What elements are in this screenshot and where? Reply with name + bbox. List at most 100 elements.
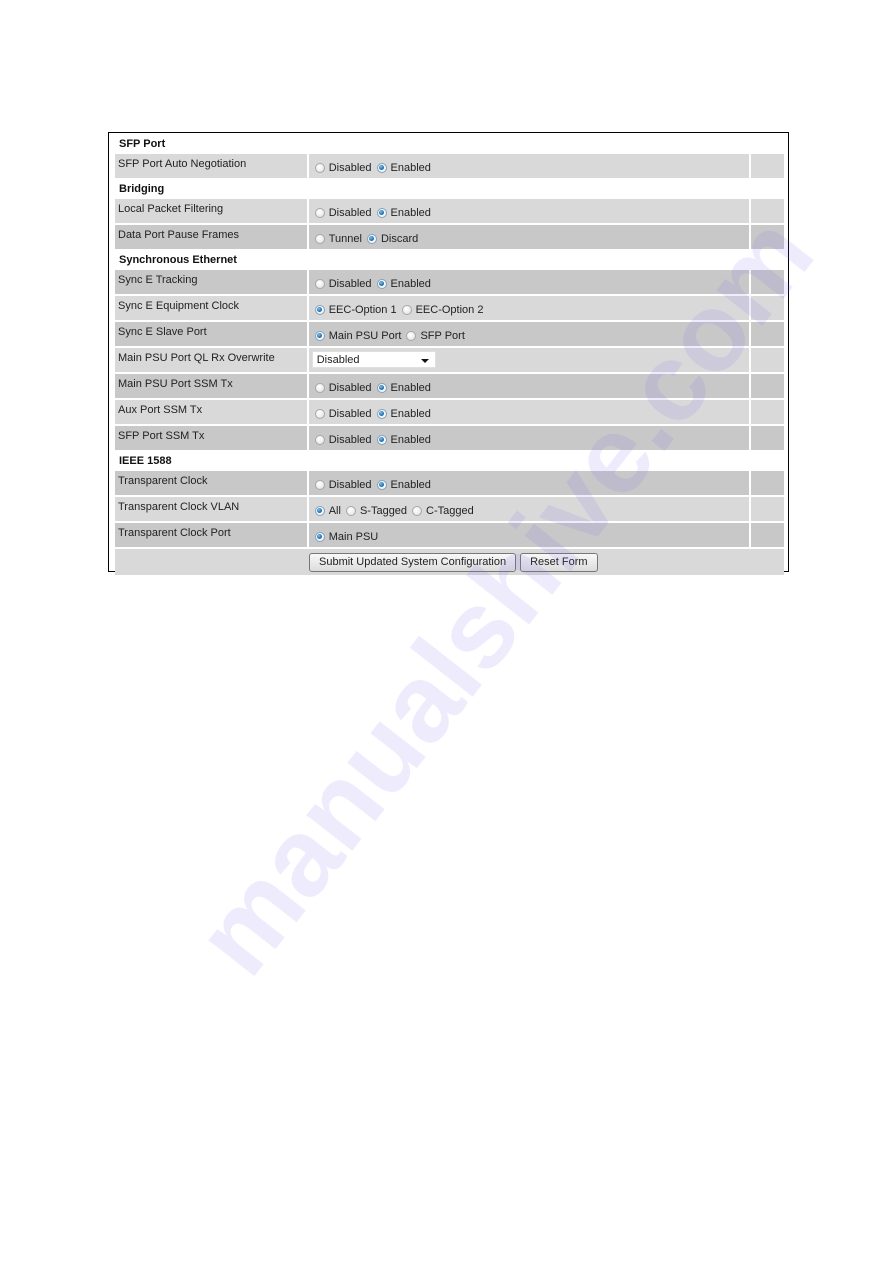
radio-option-label: Disabled [328, 407, 372, 420]
radio-unchecked-icon[interactable] [345, 505, 356, 516]
radio-checked-icon[interactable] [376, 434, 387, 445]
radio-unchecked-icon[interactable] [314, 233, 325, 244]
setting-label: Main PSU Port SSM Tx [115, 374, 307, 398]
radio-option-label: Enabled [390, 277, 431, 290]
setting-value: Disabled Enabled [308, 374, 750, 398]
radio-option-label: Disabled [328, 206, 372, 219]
setting-label: Transparent Clock VLAN [115, 497, 307, 521]
setting-row-transparent-clock-port: Transparent Clock Port Main PSU [115, 523, 785, 547]
setting-value: Disabled Enabled [308, 199, 750, 223]
radio-unchecked-icon[interactable] [314, 278, 325, 289]
setting-extra-cell [751, 374, 785, 398]
section-header-bridging: Bridging [119, 183, 165, 195]
radio-checked-icon[interactable] [314, 304, 325, 315]
radio-checked-icon[interactable] [376, 278, 387, 289]
setting-extra-cell [751, 400, 785, 424]
setting-row-sync-e-tracking: Sync E Tracking Disabled Enabled [115, 270, 785, 294]
setting-row-local-packet-filtering: Local Packet Filtering Disabled Enabled [115, 199, 785, 223]
radio-checked-icon[interactable] [376, 162, 387, 173]
setting-extra-cell [751, 426, 785, 450]
setting-value: Main PSU Port SFP Port [308, 322, 750, 346]
select-value: Disabled [316, 353, 360, 366]
radio-option-disabled[interactable]: Disabled [314, 434, 372, 446]
radio-unchecked-icon[interactable] [406, 330, 417, 341]
radio-option-enabled[interactable]: Enabled [376, 162, 431, 174]
radio-unchecked-icon[interactable] [314, 408, 325, 419]
section-header-synchronous-ethernet: Synchronous Ethernet [119, 254, 237, 266]
radio-option-discard[interactable]: Discard [366, 233, 418, 245]
radio-option-disabled[interactable]: Disabled [314, 277, 372, 290]
radio-option-disabled[interactable]: Disabled [314, 162, 372, 174]
setting-row-main-psu-port-ql-rx-overwrite: Main PSU Port QL Rx Overwrite Disabled [115, 348, 785, 372]
setting-extra-cell [751, 154, 785, 178]
radio-checked-icon[interactable] [376, 382, 387, 393]
setting-row-sfp-port-ssm-tx: SFP Port SSM Tx Disabled Enabled [115, 426, 785, 450]
radio-option-disabled[interactable]: Disabled [314, 381, 372, 394]
setting-value: Tunnel Discard [308, 225, 750, 249]
radio-option-enabled[interactable]: Enabled [376, 478, 431, 491]
radio-checked-icon[interactable] [376, 207, 387, 218]
ql-rx-overwrite-select[interactable]: Disabled [311, 351, 436, 368]
radio-option-label: Disabled [328, 381, 372, 394]
radio-option-disabled[interactable]: Disabled [314, 206, 372, 219]
radio-checked-icon[interactable] [376, 408, 387, 419]
radio-option-enabled[interactable]: Enabled [376, 408, 431, 420]
setting-value: All S-Tagged C-Tagged [308, 497, 750, 521]
setting-label: Data Port Pause Frames [115, 225, 307, 249]
radio-option-main-psu-port[interactable]: Main PSU Port [314, 330, 401, 342]
radio-unchecked-icon[interactable] [314, 207, 325, 218]
setting-value: Disabled Enabled [308, 426, 750, 450]
radio-option-c-tagged[interactable]: C-Tagged [412, 505, 474, 517]
radio-checked-icon[interactable] [314, 330, 325, 341]
radio-checked-icon[interactable] [376, 479, 387, 490]
radio-option-s-tagged[interactable]: S-Tagged [345, 504, 408, 517]
reset-form-button[interactable]: Reset Form [520, 552, 598, 572]
radio-option-sfp-port[interactable]: SFP Port [406, 329, 465, 342]
setting-value: Disabled Enabled [308, 154, 750, 178]
section-header-ieee-1588: IEEE 1588 [119, 455, 172, 467]
radio-option-enabled[interactable]: Enabled [376, 434, 431, 446]
setting-value: Disabled [308, 348, 750, 372]
radio-unchecked-icon[interactable] [314, 434, 325, 445]
radio-unchecked-icon[interactable] [401, 304, 412, 315]
submit-configuration-button[interactable]: Submit Updated System Configuration [309, 552, 517, 572]
radio-option-enabled[interactable]: Enabled [376, 277, 431, 290]
radio-option-label: SFP Port [420, 329, 465, 342]
setting-value: Disabled Enabled [308, 400, 750, 424]
radio-option-label: EEC-Option 2 [415, 303, 484, 316]
radio-option-main-psu[interactable]: Main PSU [314, 530, 379, 543]
setting-row-sfp-port-auto-negotiation: SFP Port Auto Negotiation Disabled Enabled [115, 154, 785, 178]
radio-option-eec-option-1[interactable]: EEC-Option 1 [314, 303, 397, 316]
radio-option-enabled[interactable]: Enabled [376, 207, 431, 219]
radio-option-label: S-Tagged [359, 504, 408, 517]
dropdown-arrow-icon[interactable] [420, 358, 429, 363]
radio-unchecked-icon[interactable] [412, 505, 423, 516]
section-header-sfp-port: SFP Port [119, 138, 166, 150]
setting-value: Disabled Enabled [308, 270, 750, 294]
radio-unchecked-icon[interactable] [314, 162, 325, 173]
setting-extra-cell [751, 296, 785, 320]
radio-option-label: EEC-Option 1 [328, 303, 397, 316]
radio-option-label: Disabled [328, 277, 372, 290]
radio-option-tunnel[interactable]: Tunnel [314, 232, 362, 245]
radio-option-label: Enabled [390, 478, 431, 491]
setting-label: Aux Port SSM Tx [115, 400, 307, 424]
radio-unchecked-icon[interactable] [314, 479, 325, 490]
radio-option-enabled[interactable]: Enabled [376, 382, 431, 394]
setting-label: SFP Port Auto Negotiation [115, 154, 307, 178]
radio-option-eec-option-2[interactable]: EEC-Option 2 [401, 303, 484, 316]
radio-option-disabled[interactable]: Disabled [314, 407, 372, 420]
radio-checked-icon[interactable] [366, 233, 377, 244]
radio-checked-icon[interactable] [314, 531, 325, 542]
setting-row-main-psu-port-ssm-tx: Main PSU Port SSM Tx Disabled Enabled [115, 374, 785, 398]
radio-option-all[interactable]: All [314, 505, 341, 517]
setting-row-aux-port-ssm-tx: Aux Port SSM Tx Disabled Enabled [115, 400, 785, 424]
radio-option-disabled[interactable]: Disabled [314, 479, 372, 491]
setting-extra-cell [751, 497, 785, 521]
radio-option-label: Main PSU [328, 530, 379, 543]
radio-option-label: Tunnel [328, 232, 362, 245]
radio-unchecked-icon[interactable] [314, 382, 325, 393]
radio-checked-icon[interactable] [314, 505, 325, 516]
setting-label: Transparent Clock Port [115, 523, 307, 547]
setting-extra-cell [751, 199, 785, 223]
